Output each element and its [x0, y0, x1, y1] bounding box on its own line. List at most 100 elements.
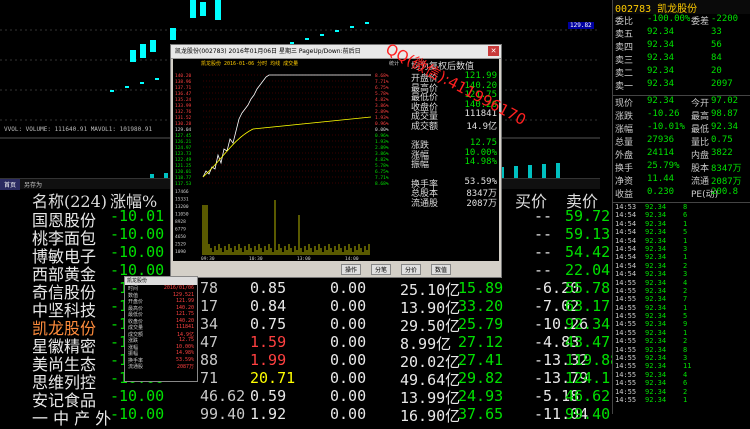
quote-row: 净资 11.44 流通 2087万 — [613, 174, 750, 187]
tick-cell: 14:55 — [615, 278, 637, 287]
cell-c5: 0.00 — [330, 297, 367, 315]
quote-v: -10.26 — [647, 109, 680, 119]
popup-titlebar: 凯龙股份(002783) 2016年01月06日 星期三 PageUp/Down… — [171, 45, 501, 59]
kline-dash — [305, 38, 309, 40]
info-label: 流通股 — [411, 198, 439, 209]
tick-row: 14:54 92.34 1 — [613, 237, 750, 245]
kline-candle — [215, 0, 221, 20]
quote-v: 27936 — [647, 135, 675, 145]
tick-cell: 92.34 — [645, 203, 667, 211]
y-left-label: 120.01 — [175, 169, 192, 175]
value-button[interactable]: 数值 — [431, 264, 452, 275]
cell-c9: 46.62 — [565, 387, 611, 405]
tick-cell: 1 — [683, 328, 688, 337]
tick-cell: 92.34 — [645, 253, 667, 262]
quote-stats: 现价 92.34 今开 97.02 涨跌 -10.26 最高 98.87 涨幅 -10.01% 最低… — [613, 96, 750, 200]
y-right-label: 1.93% — [375, 139, 389, 145]
tick-list: 14:53 92.34 8 14:54 92.34 6 14:54 92.34 1 14:54 92… — [613, 203, 750, 404]
cell-c9: 54.42 — [565, 243, 611, 261]
mini-value: 2016/01/06 — [163, 285, 194, 291]
table-row[interactable]: 美尚生态-10.00881.990.0020.02亿27.41-13.32119… — [0, 351, 619, 374]
mini-value: 140.20 — [175, 304, 194, 311]
price-button[interactable]: 分价 — [401, 264, 422, 275]
mini-value: 140.20 — [175, 317, 194, 324]
quote-v: -100.00% — [647, 14, 691, 24]
cell-c7: 15.89 — [458, 279, 504, 297]
cell-c4: 20.71 — [250, 369, 296, 387]
quote-v: 92.34 — [647, 66, 675, 76]
table-row[interactable]: 安记食品 -10.00 46.62 0.59 0.00 13.99亿 24.93 -5.18 4… — [0, 387, 612, 410]
tick-cell: 9 — [683, 320, 688, 329]
tick-cell: 6 — [683, 379, 688, 388]
mini-value: 121.75 — [175, 311, 194, 317]
tick-cell: 92.34 — [645, 345, 667, 354]
mini-value: 53.59% — [175, 356, 194, 363]
popup-buttons: 操作 分笔 分价 数值 — [173, 263, 499, 275]
quote-l: 卖三 — [615, 56, 634, 66]
cell-c4: 1.92 — [250, 405, 287, 423]
cell-c9: 43.47 — [565, 333, 611, 351]
tick-cell: 14:55 — [615, 295, 637, 304]
cell-c8: -- — [534, 243, 553, 261]
tick-cell: 92.34 — [645, 295, 667, 304]
cell-c5: 0.00 — [330, 369, 367, 387]
quote-v2: -2200 — [711, 14, 739, 24]
table-row[interactable]: 星徽精密-10.01471.590.008.99亿27.12-4.8343.47 — [0, 333, 612, 356]
tick-cell: 1 — [683, 303, 688, 312]
tick-cell: 92.34 — [645, 303, 667, 312]
quote-v: 92.34 — [647, 96, 675, 106]
y-left-label: 121.25 — [175, 163, 192, 169]
y-left-label: 126.21 — [175, 139, 192, 145]
op-button[interactable]: 操作 — [341, 264, 362, 275]
tick-cell: 1 — [683, 236, 688, 245]
tick-cell: 1 — [683, 253, 688, 262]
table-row[interactable]: 奇信股份-10.01780.850.0025.10亿15.89-6.2055.7… — [0, 279, 612, 302]
tick-cell: 92.34 — [645, 320, 667, 329]
mini-label: 流通股 — [128, 364, 144, 370]
tick-row: 14:55 92.34 6 — [613, 379, 750, 387]
quote-row: 卖一 92.34 2097 — [613, 79, 750, 92]
quote-l2: 最低 — [691, 125, 710, 135]
quote-row: 总量 27936 量比 0.75 — [613, 135, 750, 148]
y-right-label: 6.75% — [375, 169, 389, 175]
table-row[interactable]: 一 中 产 外 -10.00 99.40 1.92 0.00 16.90亿 37.65 -11… — [0, 405, 612, 428]
tick-row: 14:55 92.34 1 — [613, 304, 750, 312]
cell-c4: 0.84 — [250, 297, 287, 315]
volume-bar — [514, 166, 518, 178]
y-left-label: 124.97 — [175, 145, 192, 151]
tick-cell: 14:54 — [615, 211, 637, 220]
kline-dash — [110, 90, 114, 92]
kline-candle — [190, 0, 196, 18]
y-left-label: 129.04 — [175, 127, 192, 133]
chart-header: 凯龙股份 2016-01-06 分时 均线 成交量 — [201, 61, 299, 67]
y-left-label: 136.47 — [175, 91, 192, 97]
volume-bar — [528, 165, 532, 178]
quote-v2: 33 — [711, 27, 722, 37]
tick-cell: 2 — [683, 337, 688, 346]
cell-c8: -- — [534, 225, 553, 243]
tick-row: 14:54 92.34 1 — [613, 220, 750, 228]
cell-c3: 17 — [200, 297, 219, 315]
tick-cell: 2 — [683, 261, 688, 270]
kline-dash — [155, 78, 159, 80]
y-left-label: 132.76 — [175, 109, 192, 115]
quote-row: 卖三 92.34 84 — [613, 53, 750, 66]
info-row: 总股本 8347万 — [409, 186, 499, 199]
close-icon[interactable]: ✕ — [488, 46, 499, 56]
cell-c8: -- — [534, 207, 553, 225]
cell-c7: 25.79 — [458, 315, 504, 333]
quote-panel: 002783 凯龙股份 委比 -100.00% 委差 -2200 卖五 92.34 33 卖四… — [612, 0, 750, 414]
table-row[interactable]: 中坚科技-10.01170.840.0013.90亿33.20-7.0263.1… — [0, 297, 612, 320]
tick-button[interactable]: 分笔 — [371, 264, 392, 275]
quote-v2: 8347万 — [711, 164, 742, 174]
table-row[interactable]: 思维列控-10.007120.710.0049.64亿29.82-13.7912… — [0, 369, 619, 392]
cell-c9: 92.34 — [565, 315, 611, 333]
tick-cell: 14:54 — [615, 228, 637, 237]
cell-c7: 24.93 — [458, 387, 504, 405]
vol-label: 15331 — [175, 197, 189, 203]
table-row[interactable]: 凯龙股份-10.01340.750.0029.50亿25.79-10.2692.… — [0, 315, 612, 338]
cell-c7: 29.82 — [458, 369, 504, 387]
cell-name: 一 中 产 外 — [32, 409, 112, 428]
quote-l: 收益 — [615, 190, 634, 200]
y-left-label: 138.96 — [175, 79, 192, 85]
